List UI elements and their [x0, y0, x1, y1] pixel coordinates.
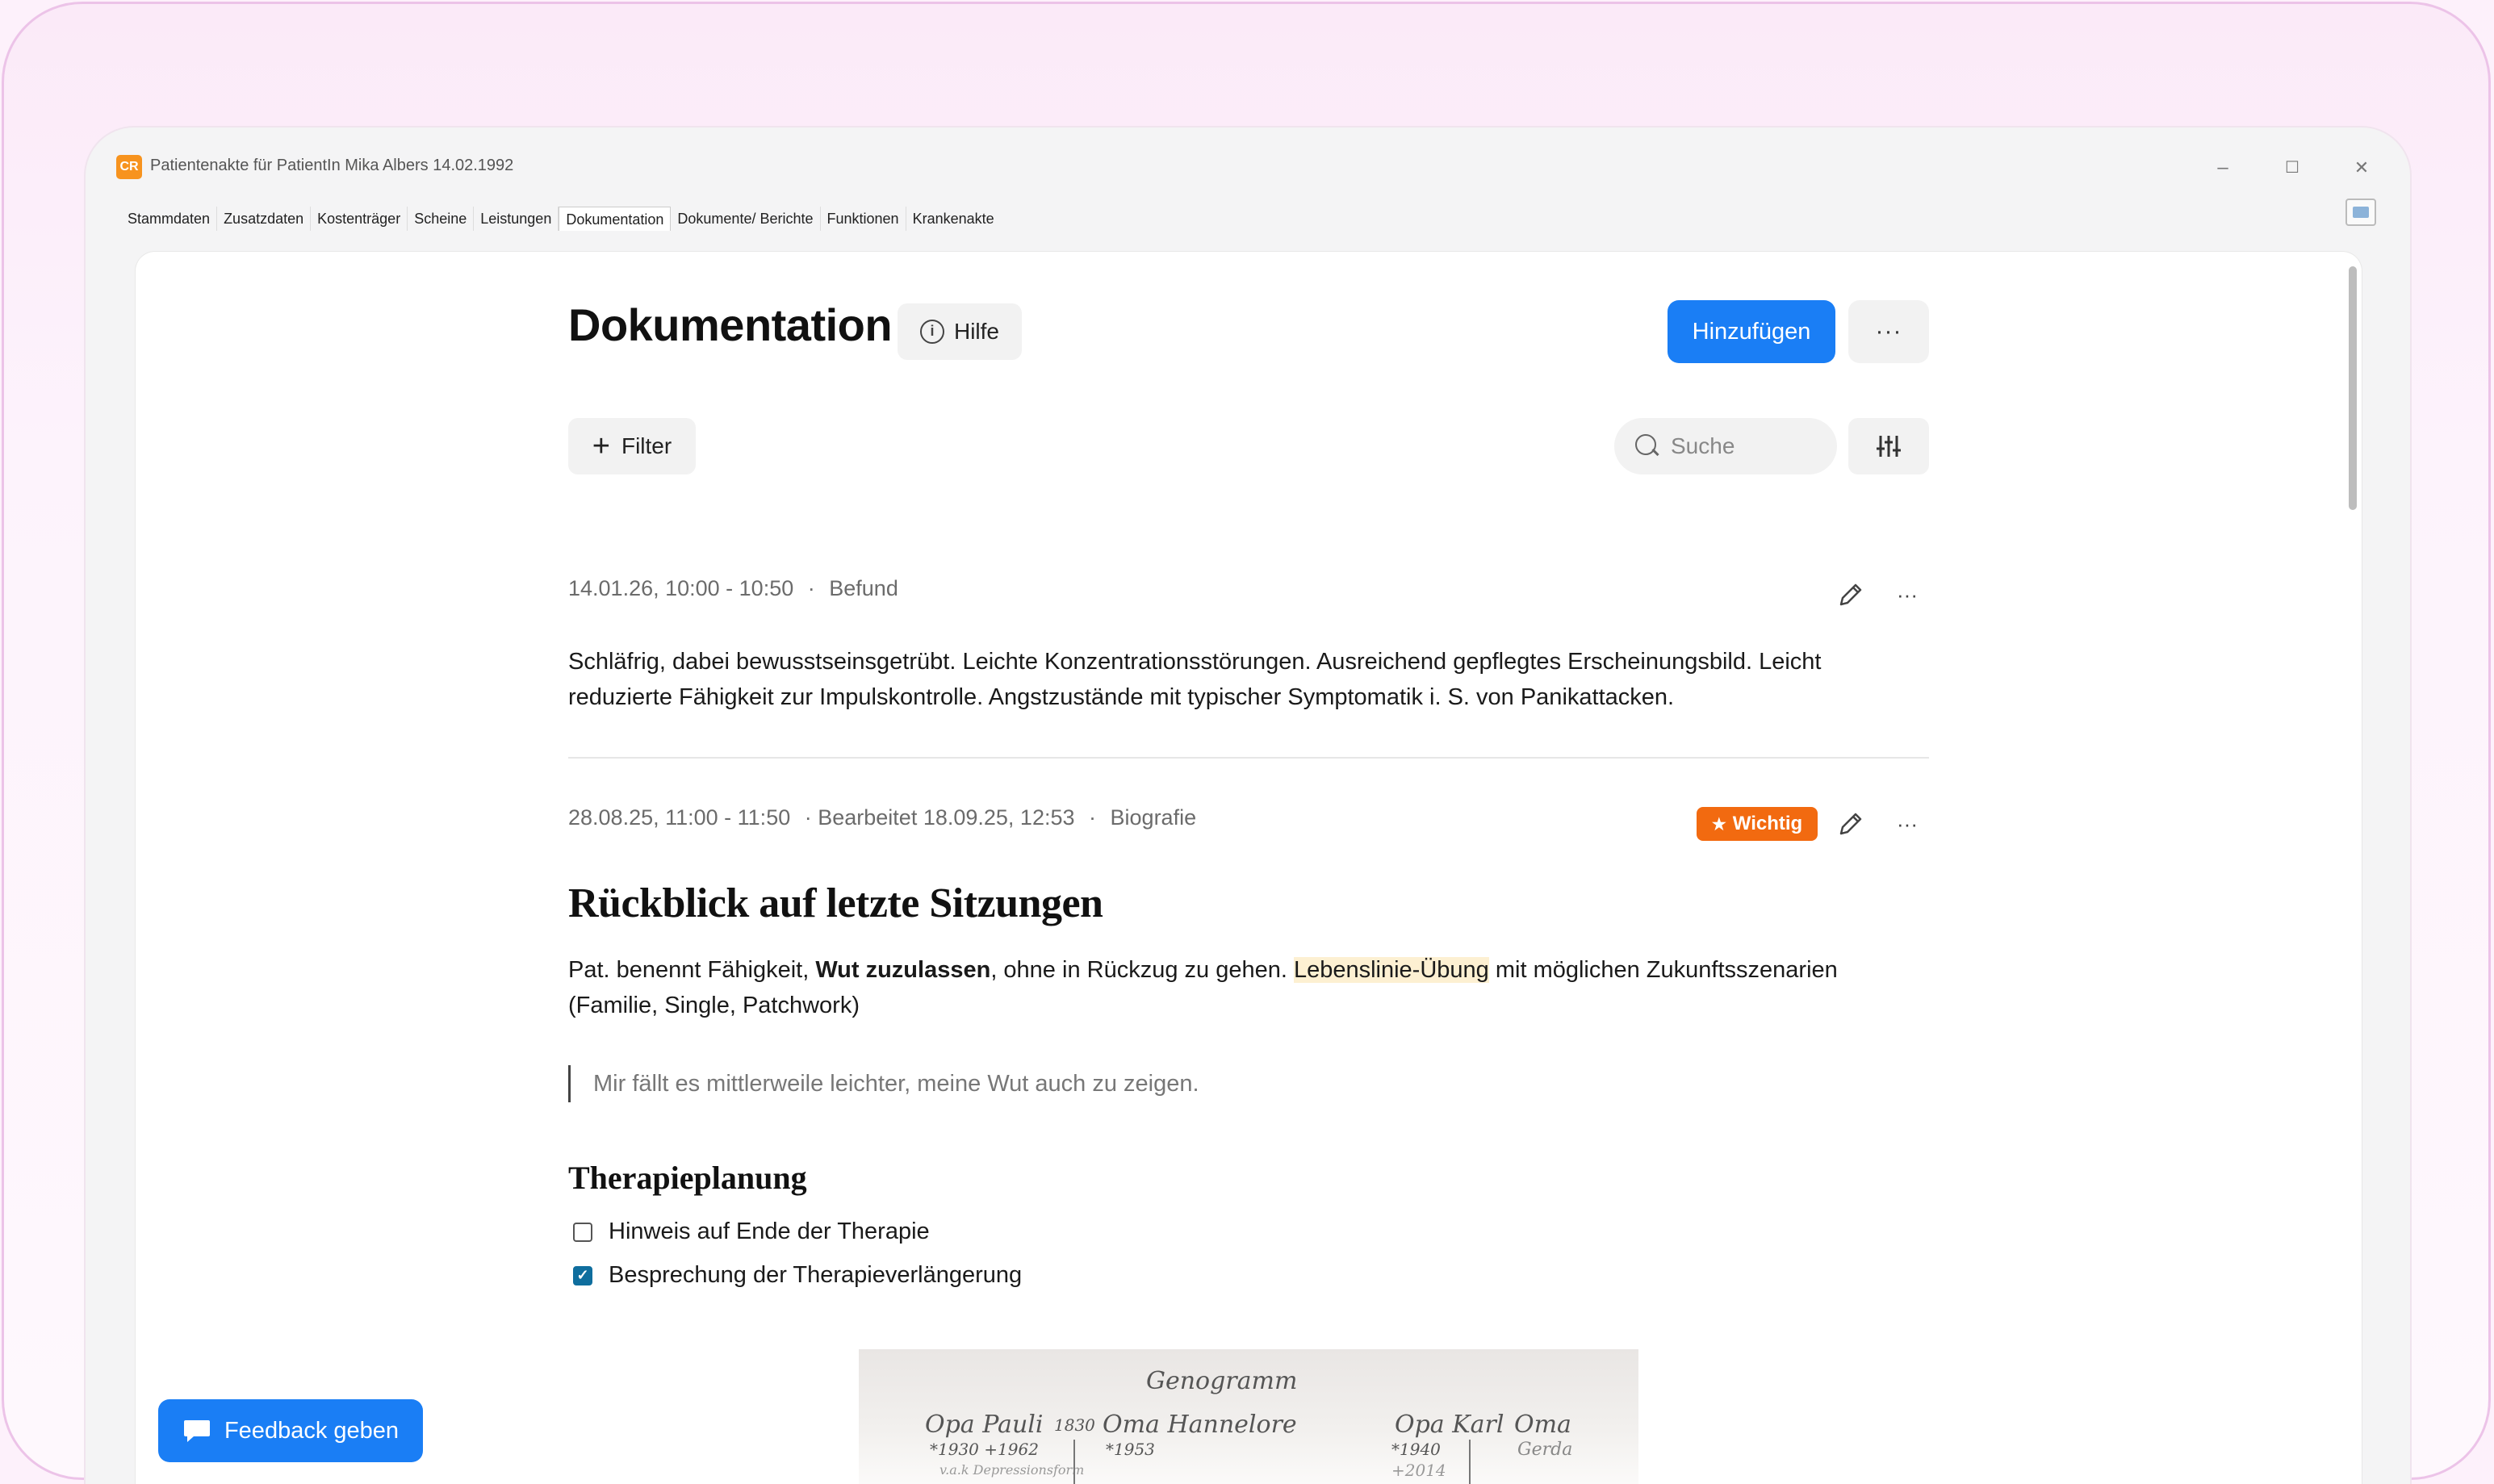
menu-item-stammdaten[interactable]: Stammdaten — [121, 207, 218, 231]
paragraph-bold: Wut zuzulassen — [815, 957, 991, 983]
edit-button[interactable] — [1831, 804, 1871, 844]
title-bar: CR Patientenakte für PatientIn Mika Albe… — [86, 145, 2410, 190]
genogram-dates: +2014 — [1391, 1461, 1446, 1480]
entry-text-line: reduzierte Fähigkeit zur Impulskontrolle… — [568, 684, 1675, 710]
more-options-button[interactable]: ··· — [1848, 300, 1929, 363]
checklist-item[interactable]: ✓ Besprechung der Therapieverlängerung — [573, 1262, 1022, 1289]
entry-meta: 14.01.26, 10:00 - 10:50 · Befund — [568, 576, 898, 601]
paragraph-text: mit möglichen Zukunftsszenarien — [1488, 957, 1838, 983]
close-icon[interactable]: ✕ — [2345, 152, 2378, 184]
menu-item-dokumente-berichte[interactable]: Dokumente/ Berichte — [671, 207, 821, 231]
important-badge: ★ Wichtig — [1697, 807, 1818, 841]
checklist-label: Hinweis auf Ende der Therapie — [609, 1219, 930, 1244]
entry-category: Befund — [829, 576, 898, 600]
genogram-title: Genogramm — [1146, 1367, 1298, 1395]
entry-text-line: Schläfrig, dabei bewusstseinsgetrübt. Le… — [568, 649, 1822, 675]
search-placeholder: Suche — [1671, 433, 1735, 458]
entry-heading: Rückblick auf letzte Sitzungen — [568, 880, 1103, 926]
quote-block: Mir fällt es mittlerweile leichter, mein… — [568, 1065, 1199, 1102]
content-panel — [136, 252, 2362, 1484]
checklist-item[interactable]: Hinweis auf Ende der Therapie — [573, 1219, 930, 1245]
pencil-icon — [1839, 583, 1862, 606]
paragraph-text: (Familie, Single, Patchwork) — [568, 993, 860, 1018]
entry-edited: · Bearbeitet 18.09.25, 12:53 — [804, 805, 1075, 830]
help-button[interactable]: i Hilfe — [898, 303, 1022, 360]
view-settings-button[interactable] — [1848, 418, 1929, 474]
menu-item-zusatzdaten[interactable]: Zusatzdaten — [217, 207, 312, 231]
entry-meta: 28.08.25, 11:00 - 11:50 · Bearbeitet 18.… — [568, 805, 1196, 830]
paragraph-text: Pat. benennt Fähigkeit, — [568, 957, 816, 983]
minimize-icon[interactable]: – — [2207, 152, 2239, 184]
menu-item-scheine[interactable]: Scheine — [408, 207, 475, 231]
entry-more-button[interactable]: ··· — [1887, 804, 1927, 844]
genogram-dates: *1940 — [1391, 1440, 1441, 1459]
meta-separator: · — [1089, 805, 1097, 830]
menu-item-dokumentation[interactable]: Dokumentation — [559, 207, 672, 231]
checkbox-unchecked[interactable] — [573, 1222, 592, 1242]
checklist-label: Besprechung der Therapieverlängerung — [609, 1262, 1023, 1288]
feedback-button[interactable]: Feedback geben — [158, 1399, 423, 1462]
menu-bar: Stammdaten Zusatzdaten Kostenträger Sche… — [121, 207, 1001, 236]
help-label: Hilfe — [953, 319, 999, 344]
genogram-dates: *1953 — [1106, 1440, 1155, 1459]
menu-item-krankenakte[interactable]: Krankenakte — [906, 207, 1001, 231]
feedback-label: Feedback geben — [224, 1417, 400, 1444]
paragraph-highlight: Lebenslinie-Übung — [1293, 957, 1489, 983]
plus-icon: + — [592, 429, 610, 463]
genogram-line — [1073, 1440, 1075, 1484]
menu-item-leistungen[interactable]: Leistungen — [474, 207, 559, 231]
entry-more-button[interactable]: ··· — [1887, 575, 1927, 615]
genogram-name: Oma — [1514, 1411, 1571, 1439]
star-icon: ★ — [1711, 815, 1726, 834]
genogram-name: Gerda — [1517, 1440, 1573, 1460]
genogram-dates: *1930 +1962 — [930, 1440, 1039, 1459]
filter-button[interactable]: + Filter — [568, 418, 696, 474]
entry-paragraph: Pat. benennt Fähigkeit, Wut zuzulassen, … — [568, 952, 1932, 1023]
window-title: Patientenakte für PatientIn Mika Albers … — [150, 157, 514, 174]
paragraph-text: , ohne in Rückzug zu gehen. — [990, 957, 1294, 983]
entry-date: 28.08.25, 11:00 - 11:50 — [568, 805, 791, 830]
search-icon — [1635, 434, 1659, 458]
search-input[interactable]: Suche — [1614, 418, 1837, 474]
section-heading: Therapieplanung — [568, 1160, 807, 1196]
menu-item-funktionen[interactable]: Funktionen — [821, 207, 906, 231]
badge-label: Wichtig — [1732, 813, 1803, 834]
genogram-name: Opa Karl — [1395, 1411, 1504, 1439]
entry-text: Schläfrig, dabei bewusstseinsgetrübt. Le… — [568, 644, 1932, 715]
genogram-line — [1469, 1440, 1471, 1484]
add-button[interactable]: Hinzufügen — [1668, 300, 1835, 363]
maximize-icon[interactable]: ☐ — [2276, 152, 2308, 184]
entry-category: Biografie — [1110, 805, 1197, 830]
filter-label: Filter — [621, 433, 672, 458]
genogram-name: Opa Pauli — [925, 1411, 1044, 1439]
edit-button[interactable] — [1831, 575, 1871, 615]
genogram-name: Oma Hannelore — [1103, 1411, 1297, 1439]
meta-separator: · — [807, 576, 815, 600]
genogram-note: v.a.k Depressionsform — [939, 1462, 1085, 1478]
screen-icon[interactable] — [2345, 199, 2376, 226]
checkbox-checked[interactable]: ✓ — [573, 1265, 592, 1285]
menu-item-kostentraeger[interactable]: Kostenträger — [311, 207, 408, 231]
app-icon: CR — [116, 155, 142, 179]
pencil-icon — [1839, 813, 1862, 835]
info-icon: i — [919, 320, 944, 344]
chat-icon — [183, 1420, 210, 1442]
scrollbar[interactable] — [2349, 266, 2357, 510]
page-title: Dokumentation — [568, 299, 893, 350]
entry-date: 14.01.26, 10:00 - 10:50 — [568, 576, 794, 600]
entry-divider — [568, 757, 1929, 759]
sliders-icon — [1877, 436, 1901, 457]
genogram-image[interactable]: Genogramm Opa Pauli 1830 Oma Hannelore *… — [859, 1349, 1638, 1484]
genogram-year: 1830 — [1054, 1415, 1095, 1435]
